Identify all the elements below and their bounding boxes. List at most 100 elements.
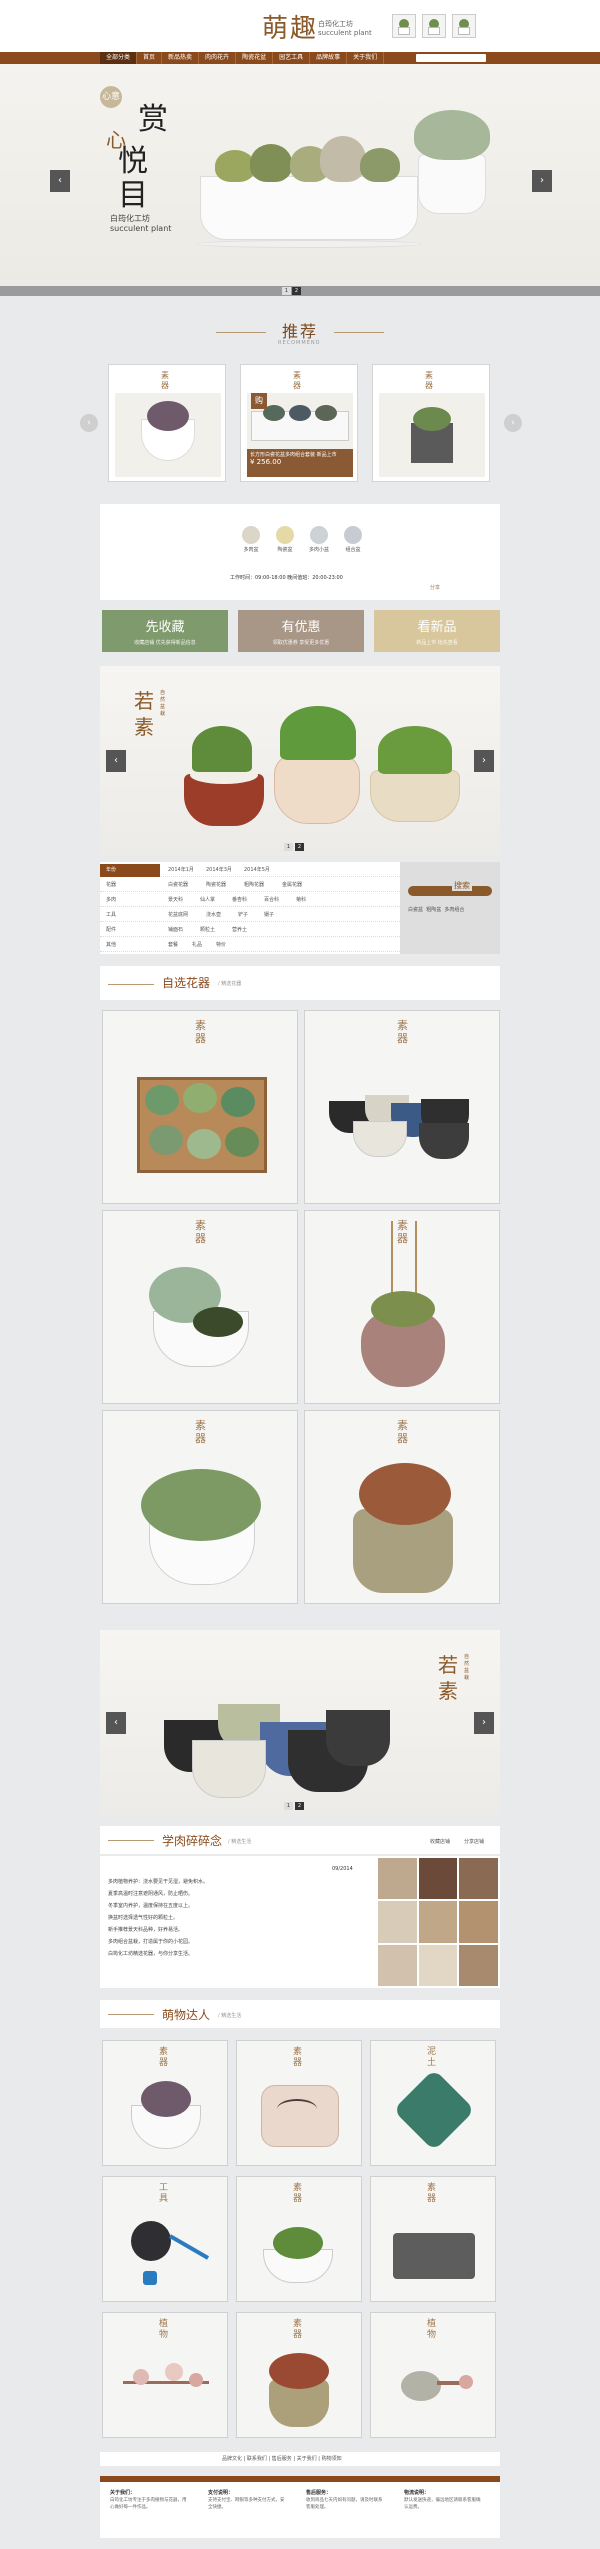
share-shop-link[interactable]: 分享店铺 bbox=[464, 1838, 484, 1845]
news-photo[interactable] bbox=[459, 1901, 498, 1943]
footer-link[interactable]: 售后服务 bbox=[272, 2456, 292, 2462]
table-cell[interactable]: 特价 bbox=[216, 939, 226, 952]
product-card[interactable]: 素器 bbox=[102, 1410, 298, 1604]
table-cell[interactable]: 金属花器 bbox=[282, 879, 302, 892]
header-thumb[interactable] bbox=[422, 14, 446, 38]
footer-link[interactable]: 品牌文化 bbox=[222, 2456, 242, 2462]
banner-next-button[interactable]: › bbox=[532, 170, 552, 192]
table-cell[interactable]: 番杏科 bbox=[232, 894, 247, 907]
banner2-page-dot[interactable]: 2 bbox=[295, 843, 304, 851]
nav-item-tools[interactable]: 园艺工具 bbox=[273, 52, 311, 64]
product-card[interactable]: 素器 bbox=[304, 1210, 500, 1404]
recommend-prev-button[interactable]: ‹ bbox=[80, 414, 98, 432]
product-card[interactable]: 素器 bbox=[102, 1210, 298, 1404]
banner-page-dot[interactable]: 1 bbox=[282, 287, 291, 295]
product-card[interactable]: 素器 bbox=[304, 1010, 500, 1204]
news-photo[interactable] bbox=[378, 1944, 417, 1986]
favorite-shop-link[interactable]: 收藏店铺 bbox=[430, 1838, 450, 1845]
footer-link[interactable]: 联系我们 bbox=[247, 2456, 267, 2462]
table-cell[interactable]: 颗粒土 bbox=[200, 924, 215, 937]
nav-search-input[interactable] bbox=[416, 54, 486, 62]
nav-item-all[interactable]: 全部分类 bbox=[100, 52, 138, 64]
banner-page-dot[interactable]: 2 bbox=[292, 287, 301, 295]
category-item[interactable]: 多肉小盆 bbox=[304, 526, 334, 553]
category-item[interactable]: 陶瓷盆 bbox=[270, 526, 300, 553]
news-photo[interactable] bbox=[378, 1858, 417, 1900]
news-line[interactable]: 多肉组合盆栽，打造属于你的小花园。 bbox=[108, 1938, 193, 1945]
table-cell[interactable]: 花盆底网 bbox=[168, 909, 188, 922]
logo[interactable]: 萌趣 bbox=[262, 8, 318, 45]
news-line[interactable]: 冬季室内养护，温度保持在五度以上。 bbox=[108, 1902, 193, 1909]
table-cell[interactable]: 粗陶花器 bbox=[244, 879, 264, 892]
table-cell[interactable]: 菊科 bbox=[296, 894, 306, 907]
product-card[interactable]: 素器 bbox=[236, 2312, 362, 2438]
category-item[interactable]: 组合盆 bbox=[338, 526, 368, 553]
table-cell[interactable]: 仙人掌 bbox=[200, 894, 215, 907]
banner2-prev-button[interactable]: ‹ bbox=[106, 750, 126, 772]
banner2-page-dot[interactable]: 1 bbox=[284, 843, 293, 851]
product-card[interactable]: 植物 bbox=[102, 2312, 228, 2438]
table-cell[interactable]: 2014年5月 bbox=[244, 864, 270, 877]
feature-discount[interactable]: 有优惠 领取优惠券 享受更多优惠 bbox=[238, 610, 364, 652]
search-input[interactable] bbox=[408, 886, 492, 896]
recommend-card[interactable]: 素器 bbox=[372, 364, 490, 482]
nav-item-story[interactable]: 品牌故事 bbox=[310, 52, 348, 64]
recommend-card[interactable]: 素器 购 长方形白瓷花盆多肉组合套装 新品上市 ¥ 256.00 bbox=[240, 364, 358, 482]
banner3-page-dot[interactable]: 2 bbox=[295, 1802, 304, 1810]
header-thumb[interactable] bbox=[452, 14, 476, 38]
search-tag[interactable]: 白瓷盆 bbox=[408, 907, 423, 913]
table-cell[interactable]: 2014年3月 bbox=[206, 864, 232, 877]
banner3-next-button[interactable]: › bbox=[474, 1712, 494, 1734]
news-photo[interactable] bbox=[459, 1858, 498, 1900]
table-cell[interactable]: 陶瓷花器 bbox=[206, 879, 226, 892]
product-card[interactable]: 植物 bbox=[370, 2312, 496, 2438]
search-tag[interactable]: 粗陶盆 bbox=[426, 907, 441, 913]
feature-new[interactable]: 看新品 新品上市 抢先查看 bbox=[374, 610, 500, 652]
recommend-next-button[interactable]: › bbox=[504, 414, 522, 432]
footer-link[interactable]: 关于我们 bbox=[297, 2456, 317, 2462]
category-item[interactable]: 多肉盆 bbox=[236, 526, 266, 553]
footer-link[interactable]: 购物须知 bbox=[322, 2456, 342, 2462]
banner3-page-dot[interactable]: 1 bbox=[284, 1802, 293, 1810]
product-card[interactable]: 素器 bbox=[370, 2176, 496, 2302]
product-card[interactable]: 泥土 bbox=[370, 2040, 496, 2166]
news-line[interactable]: 多肉植物养护：浇水要见干见湿，避免积水。 bbox=[108, 1878, 208, 1885]
table-cell[interactable]: 套餐 bbox=[168, 939, 178, 952]
nav-item-home[interactable]: 首页 bbox=[137, 52, 163, 64]
feature-favorite[interactable]: 先收藏 收藏店铺 优先获得新品信息 bbox=[102, 610, 228, 652]
nav-item-pots[interactable]: 陶瓷花盆 bbox=[236, 52, 274, 64]
table-cell[interactable]: 百合科 bbox=[264, 894, 279, 907]
news-photo[interactable] bbox=[418, 1901, 458, 1943]
search-tag[interactable]: 多肉组合 bbox=[444, 907, 464, 913]
table-cell[interactable]: 景天科 bbox=[168, 894, 183, 907]
news-photo[interactable] bbox=[418, 1944, 458, 1986]
banner-prev-button[interactable]: ‹ bbox=[50, 170, 70, 192]
table-cell[interactable]: 铺面石 bbox=[168, 924, 183, 937]
news-photo[interactable] bbox=[459, 1944, 498, 1986]
nav-item-about[interactable]: 关于我们 bbox=[347, 52, 385, 64]
share-link[interactable]: 分享 bbox=[430, 584, 440, 591]
recommend-card[interactable]: 素器 bbox=[108, 364, 226, 482]
table-cell[interactable]: 铲子 bbox=[238, 909, 248, 922]
banner2-next-button[interactable]: › bbox=[474, 750, 494, 772]
product-card[interactable]: 工具 bbox=[102, 2176, 228, 2302]
news-line[interactable]: 夏季高温时注意遮阴通风，防止晒伤。 bbox=[108, 1890, 193, 1897]
news-line[interactable]: 换盆时选择透气性好的颗粒土。 bbox=[108, 1914, 178, 1921]
header-thumb[interactable] bbox=[392, 14, 416, 38]
news-photo[interactable] bbox=[378, 1901, 417, 1943]
table-cell[interactable]: 礼品 bbox=[192, 939, 202, 952]
table-cell[interactable]: 白瓷花器 bbox=[168, 879, 188, 892]
table-cell[interactable]: 营养土 bbox=[232, 924, 247, 937]
news-line[interactable]: 白筠化工坊精选花器，与你分享生活。 bbox=[108, 1950, 193, 1957]
news-photo[interactable] bbox=[418, 1858, 458, 1900]
product-card[interactable]: 素器 bbox=[236, 2040, 362, 2166]
table-cell[interactable]: 镊子 bbox=[264, 909, 274, 922]
product-card[interactable]: 素器 bbox=[236, 2176, 362, 2302]
product-card[interactable]: 素器 bbox=[102, 1010, 298, 1204]
nav-item-plants[interactable]: 肉肉花卉 bbox=[199, 52, 237, 64]
table-cell[interactable]: 2014年1月 bbox=[168, 864, 194, 877]
nav-item-new[interactable]: 新品热卖 bbox=[162, 52, 200, 64]
news-line[interactable]: 新手推荐景天科品种，好养易活。 bbox=[108, 1926, 183, 1933]
table-cell[interactable]: 浇水壶 bbox=[206, 909, 221, 922]
product-card[interactable]: 素器 bbox=[102, 2040, 228, 2166]
